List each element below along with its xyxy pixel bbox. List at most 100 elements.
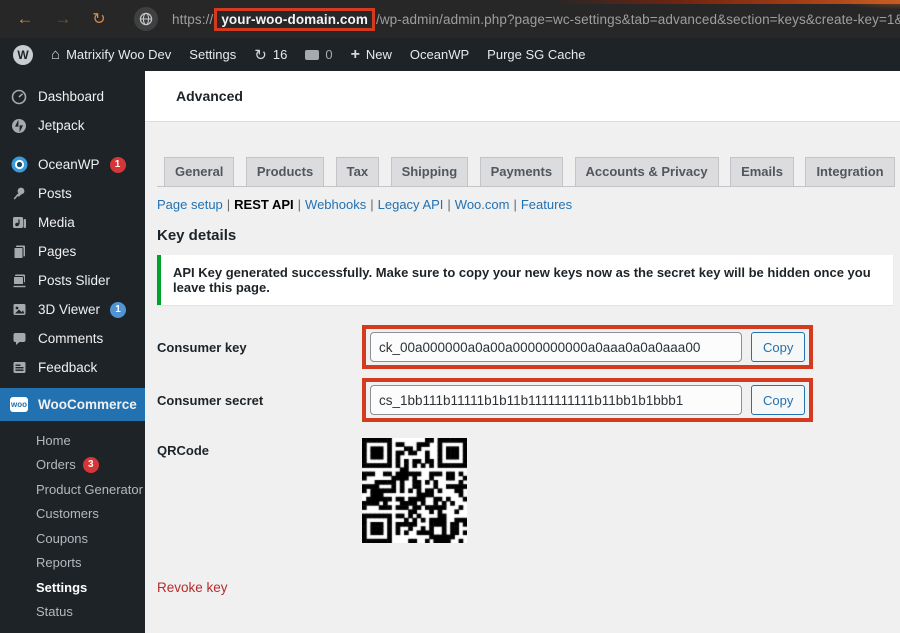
consumer-key-row: Consumer key Copy — [157, 325, 900, 369]
subnav-webhooks[interactable]: Webhooks — [305, 197, 366, 212]
feedback-form-icon — [10, 359, 28, 377]
consumer-key-label: Consumer key — [157, 340, 362, 355]
submenu-label: Coupons — [36, 531, 88, 546]
tab-accounts-privacy[interactable]: Accounts & Privacy — [575, 157, 719, 187]
subnav-separator: | — [513, 197, 516, 212]
subnav-woo-com[interactable]: Woo.com — [455, 197, 510, 212]
browser-toolbar: ← → ↻ https://your-woo-domain.com/wp-adm… — [0, 0, 900, 38]
sidebar-item-posts-slider[interactable]: Posts Slider — [0, 266, 145, 295]
tab-products[interactable]: Products — [246, 157, 324, 187]
updates-menu[interactable]: ↻ 16 — [245, 38, 296, 71]
submenu-item-product-generator[interactable]: Product Generator — [0, 477, 145, 502]
sidebar-item-woocommerce[interactable]: woo WooCommerce — [0, 388, 145, 421]
purge-cache-menu[interactable]: Purge SG Cache — [478, 38, 594, 71]
qrcode-label: QRCode — [157, 438, 362, 458]
sidebar-item-label: Media — [38, 215, 75, 230]
subnav-features[interactable]: Features — [521, 197, 572, 212]
sidebar-item-label: Jetpack — [38, 118, 85, 133]
orders-badge: 3 — [83, 457, 99, 473]
browser-forward-icon[interactable]: → — [50, 9, 76, 29]
sidebar-item-3d-viewer[interactable]: 3D Viewer 1 — [0, 295, 145, 324]
browser-reload-icon[interactable]: ↻ — [86, 9, 112, 29]
submenu-item-coupons[interactable]: Coupons — [0, 526, 145, 551]
site-info-icon[interactable] — [134, 7, 158, 31]
submenu-item-home[interactable]: Home — [0, 428, 145, 453]
tab-tax[interactable]: Tax — [336, 157, 379, 187]
submenu-label: Settings — [36, 580, 87, 595]
sidebar-item-label: Posts — [38, 186, 72, 201]
screen: ← → ↻ https://your-woo-domain.com/wp-adm… — [0, 0, 900, 633]
tab-general[interactable]: General — [164, 157, 234, 187]
subnav-legacy-api[interactable]: Legacy API — [378, 197, 444, 212]
sidebar-item-label: WooCommerce — [38, 397, 137, 412]
pages-icon — [10, 243, 28, 261]
subnav-separator: | — [227, 197, 230, 212]
sidebar-item-pages[interactable]: Pages — [0, 237, 145, 266]
consumer-key-copy-button[interactable]: Copy — [751, 332, 805, 362]
sidebar-item-label: Posts Slider — [38, 273, 110, 288]
consumer-secret-copy-button[interactable]: Copy — [751, 385, 805, 415]
site-name-menu[interactable]: ⌂ Matrixify Woo Dev — [42, 38, 180, 71]
submenu-item-customers[interactable]: Customers — [0, 502, 145, 527]
sidebar-item-oceanwp[interactable]: OceanWP 1 — [0, 150, 145, 179]
comments-count: 0 — [325, 47, 332, 62]
submenu-item-status[interactable]: Status — [0, 600, 145, 625]
wp-logo-menu[interactable]: W — [0, 38, 42, 71]
sidebar-item-media[interactable]: Media — [0, 208, 145, 237]
advanced-subnav: Page setup|REST API|Webhooks|Legacy API|… — [157, 197, 900, 212]
qrcode-row: QRCode — [157, 438, 900, 543]
content-header: Advanced — [145, 71, 900, 122]
consumer-secret-annotation: Copy — [362, 378, 813, 422]
revoke-key-link[interactable]: Revoke key — [157, 580, 228, 595]
sidebar-item-comments[interactable]: Comments — [0, 324, 145, 353]
sidebar-item-dashboard[interactable]: Dashboard — [0, 82, 145, 111]
submenu-item-orders[interactable]: Orders3 — [0, 453, 145, 478]
tab-integration[interactable]: Integration — [805, 157, 894, 187]
3d-viewer-badge: 1 — [110, 302, 126, 318]
comments-menu[interactable]: 0 — [296, 38, 341, 71]
settings-label: Settings — [189, 47, 236, 62]
subnav-separator: | — [447, 197, 450, 212]
comment-bubble-icon — [305, 50, 319, 60]
submenu-item-reports[interactable]: Reports — [0, 551, 145, 576]
url-domain: your-woo-domain.com — [221, 12, 368, 27]
sidebar-item-feedback[interactable]: Feedback — [0, 353, 145, 382]
oceanwp-label: OceanWP — [410, 47, 469, 62]
address-bar[interactable]: https://your-woo-domain.com/wp-admin/adm… — [134, 4, 900, 34]
subnav-page-setup[interactable]: Page setup — [157, 197, 223, 212]
submenu-item-settings[interactable]: Settings — [0, 575, 145, 600]
consumer-key-input[interactable] — [370, 332, 742, 362]
new-content-menu[interactable]: + New — [342, 38, 401, 71]
comments-icon — [10, 330, 28, 348]
tab-emails[interactable]: Emails — [730, 157, 794, 187]
consumer-secret-input[interactable] — [370, 385, 742, 415]
wordpress-logo-icon: W — [13, 45, 33, 65]
browser-back-icon[interactable]: ← — [12, 9, 38, 29]
customize-settings-menu[interactable]: Settings — [180, 38, 245, 71]
sidebar-item-label: Dashboard — [38, 89, 104, 104]
url-path: /wp-admin/admin.php?page=wc-settings&tab… — [376, 12, 900, 27]
success-notice: API Key generated successfully. Make sur… — [157, 255, 893, 305]
oceanwp-menu[interactable]: OceanWP — [401, 38, 478, 71]
sidebar-item-jetpack[interactable]: Jetpack — [0, 111, 145, 140]
subnav-rest-api[interactable]: REST API — [234, 197, 293, 212]
oceanwp-logo-icon — [10, 156, 28, 174]
home-icon: ⌂ — [51, 46, 60, 63]
tab-payments[interactable]: Payments — [480, 157, 563, 187]
page-title: Advanced — [176, 88, 243, 104]
subnav-separator: | — [370, 197, 373, 212]
wallpaper-corner-glow — [840, 0, 900, 10]
settings-tabs: General Products Tax Shipping Payments A… — [145, 156, 900, 187]
subnav-separator: | — [298, 197, 301, 212]
tab-shipping[interactable]: Shipping — [391, 157, 469, 187]
consumer-key-annotation: Copy — [362, 325, 813, 369]
woocommerce-icon: woo — [10, 396, 28, 414]
sidebar-item-label: 3D Viewer — [38, 302, 100, 317]
section-title: Key details — [157, 227, 900, 244]
updates-icon: ↻ — [254, 46, 267, 64]
slider-images-icon — [10, 272, 28, 290]
jetpack-icon — [10, 117, 28, 135]
new-label: New — [366, 47, 392, 62]
submenu-label: Customers — [36, 506, 99, 521]
sidebar-item-posts[interactable]: Posts — [0, 179, 145, 208]
